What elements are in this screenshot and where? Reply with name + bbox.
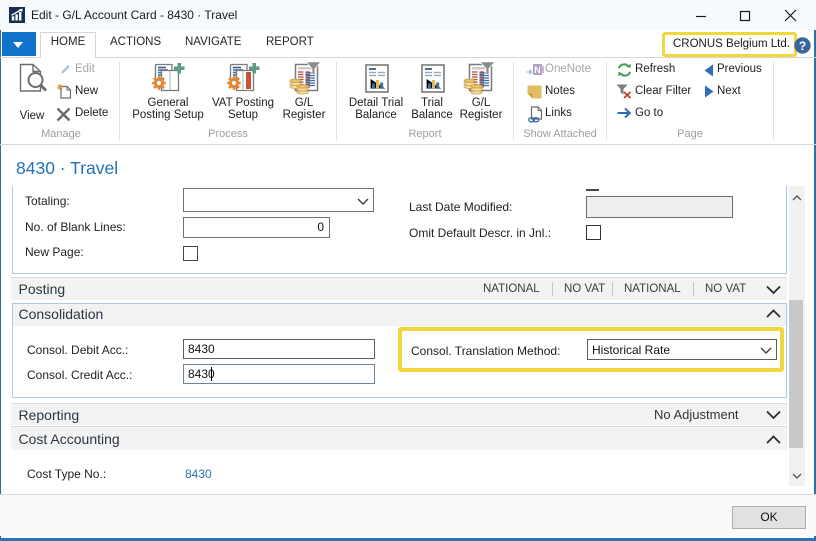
svg-text:?: ? [799, 39, 806, 53]
svg-text:N: N [534, 65, 541, 75]
